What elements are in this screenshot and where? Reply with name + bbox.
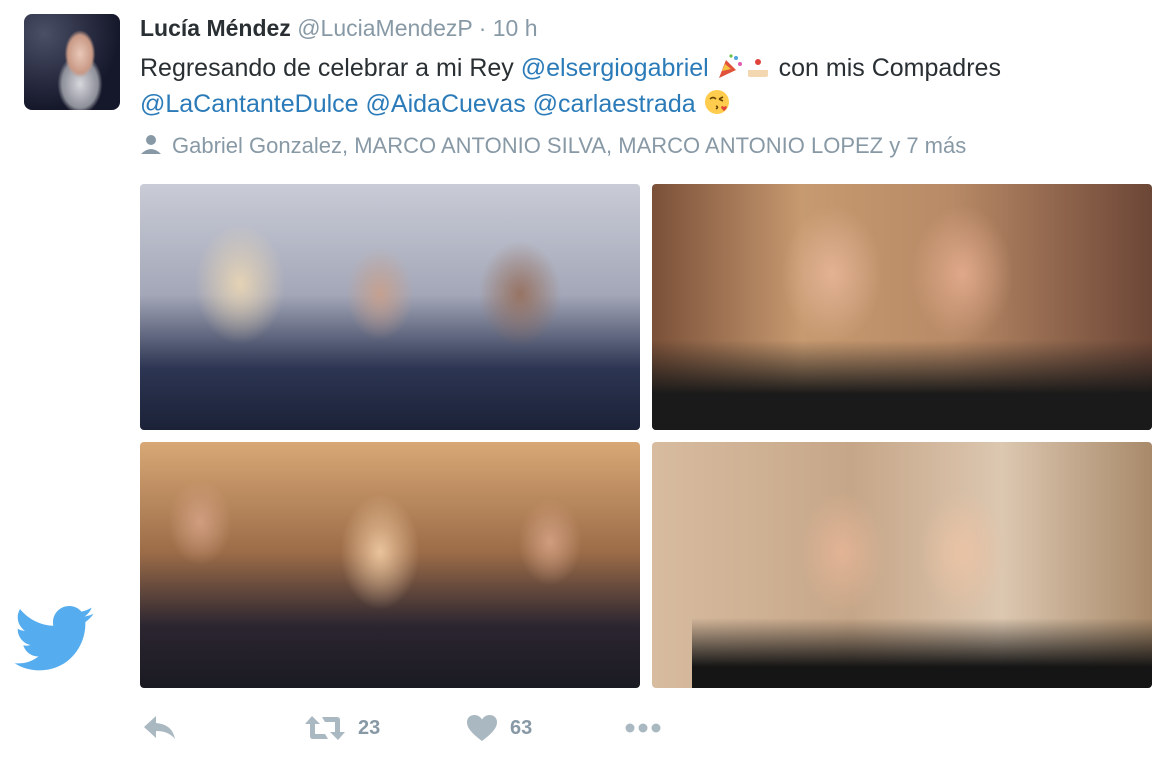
heart-icon <box>467 715 497 741</box>
mention-link[interactable]: @carlaestrada <box>533 90 696 118</box>
reply-button[interactable] <box>142 710 178 746</box>
photo-1[interactable] <box>140 184 640 430</box>
twitter-bird-icon <box>14 606 94 671</box>
reply-icon <box>144 716 175 739</box>
display-name[interactable]: Lucía Méndez <box>140 15 291 41</box>
photo-3[interactable] <box>140 442 640 688</box>
tweet-text-part: Regresando de celebrar a mi Rey <box>140 54 521 82</box>
kiss-face-emoji <box>704 90 729 114</box>
more-button[interactable] <box>624 710 664 746</box>
mention-link[interactable]: @elsergiogabriel <box>521 54 709 82</box>
user-handle[interactable]: @LuciaMendezP <box>297 15 472 41</box>
like-count: 63 <box>510 716 533 739</box>
retweet-button[interactable]: 23 <box>304 710 380 746</box>
separator-dot: · <box>478 15 487 41</box>
party-popper-emoji <box>718 54 742 78</box>
avatar[interactable] <box>24 14 120 110</box>
tweet-text-part: con mis Compadres <box>778 54 1001 82</box>
timestamp[interactable]: 10 h <box>493 15 538 41</box>
photo-2[interactable] <box>652 184 1152 430</box>
retweet-count: 23 <box>358 716 381 739</box>
more-icon <box>625 723 661 733</box>
mention-link[interactable]: @AidaCuevas <box>366 90 526 118</box>
retweet-icon <box>305 716 345 740</box>
cake-emoji <box>747 59 768 77</box>
tagged-users[interactable]: Gabriel Gonzalez, MARCO ANTONIO SILVA, M… <box>140 132 966 160</box>
like-button[interactable]: 63 <box>466 710 532 746</box>
mention-link[interactable]: @LaCantanteDulce <box>140 90 359 118</box>
tweet-text: Regresando de celebrar a mi Rey @elsergi… <box>140 50 1150 122</box>
photo-4[interactable] <box>652 442 1152 688</box>
tweet-header: Lucía Méndez @LuciaMendezP · 10 h <box>140 14 538 44</box>
user-icon <box>141 135 161 154</box>
tagged-users-text: Gabriel Gonzalez, MARCO ANTONIO SILVA, M… <box>172 133 967 158</box>
